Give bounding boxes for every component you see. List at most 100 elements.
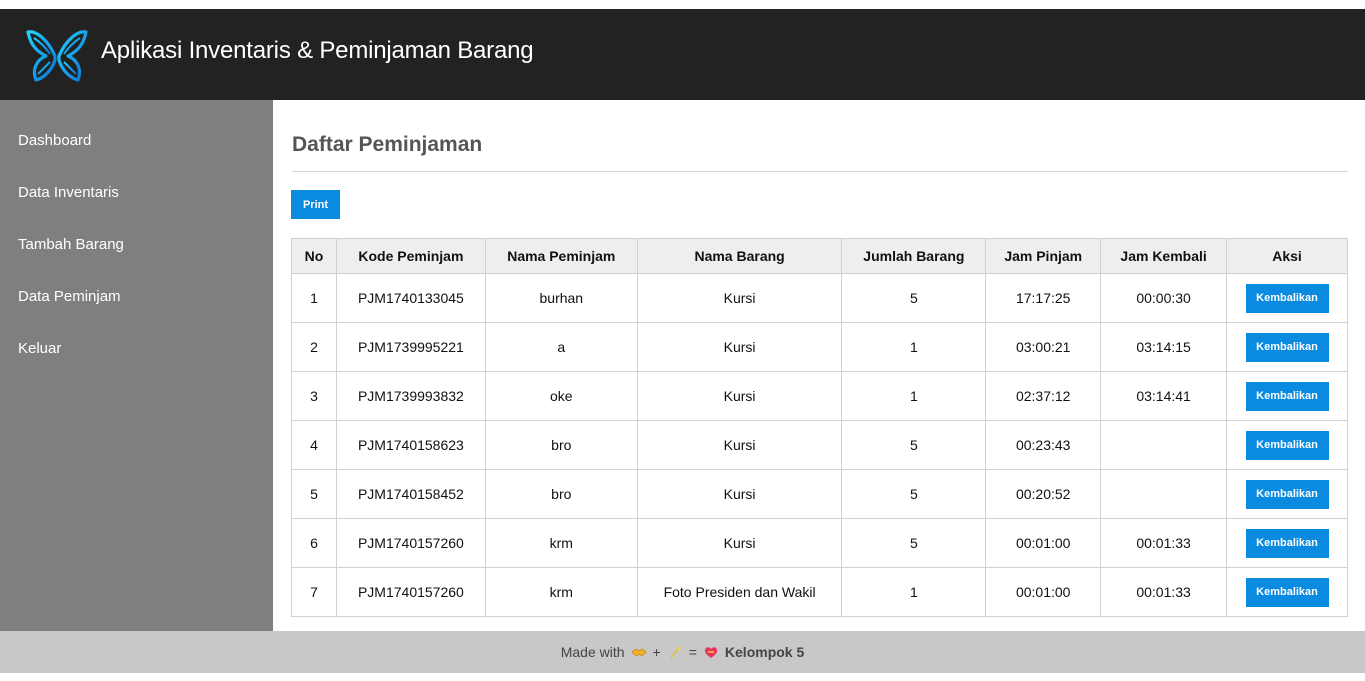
cell-jam-pinjam: 17:17:25	[985, 273, 1102, 323]
sidebar-item-data-inventaris[interactable]: Data Inventaris	[0, 152, 273, 204]
cell-jumlah: 5	[841, 469, 987, 519]
cell-no: 3	[291, 371, 337, 421]
sidebar-item-keluar[interactable]: Keluar	[0, 308, 273, 360]
kembalikan-button[interactable]: Kembalikan	[1245, 528, 1329, 558]
page-title: Daftar Peminjaman	[292, 133, 483, 156]
app-header: Aplikasi Inventaris & Peminjaman Barang	[0, 9, 1365, 100]
cell-jam-pinjam: 00:01:00	[985, 518, 1102, 568]
cell-barang: Kursi	[636, 322, 843, 372]
cell-jam-pinjam: 03:00:21	[985, 322, 1102, 372]
header-row: No Kode Peminjam Nama Peminjam Nama Bara…	[291, 238, 1348, 274]
sidebar-item-dashboard[interactable]: Dashboard	[0, 100, 273, 152]
cell-nama: a	[484, 322, 638, 372]
cell-barang: Kursi	[636, 518, 843, 568]
footer-made-with: Made with	[560, 644, 625, 660]
top-strip	[0, 0, 1365, 9]
cell-jumlah: 5	[841, 273, 987, 323]
print-button[interactable]: Print	[291, 190, 340, 219]
sidebar-item-tambah-barang[interactable]: Tambah Barang	[0, 204, 273, 256]
kembalikan-button[interactable]: Kembalikan	[1245, 283, 1329, 313]
col-header-aksi: Aksi	[1226, 238, 1348, 274]
cell-aksi: Kembalikan	[1226, 273, 1348, 323]
table-row: 3 PJM1739993832 oke Kursi 1 02:37:12 03:…	[291, 371, 1348, 421]
app-title: Aplikasi Inventaris & Peminjaman Barang	[101, 37, 534, 64]
cell-kode: PJM1740157260	[335, 518, 486, 568]
cell-jam-kembali: 00:00:30	[1100, 273, 1228, 323]
col-header-barang: Nama Barang	[636, 238, 843, 274]
kembalikan-button[interactable]: Kembalikan	[1245, 381, 1329, 411]
cell-jam-kembali	[1100, 469, 1228, 519]
col-header-no: No	[291, 238, 337, 274]
cell-nama: krm	[484, 518, 638, 568]
col-header-jumlah: Jumlah Barang	[841, 238, 987, 274]
col-header-jam-kembali: Jam Kembali	[1100, 238, 1228, 274]
cell-jumlah: 1	[841, 322, 987, 372]
table-row: 5 PJM1740158452 bro Kursi 5 00:20:52 Kem…	[291, 469, 1348, 519]
cell-aksi: Kembalikan	[1226, 322, 1348, 372]
cell-jam-kembali: 00:01:33	[1100, 518, 1228, 568]
loans-table: No Kode Peminjam Nama Peminjam Nama Bara…	[291, 238, 1348, 617]
cell-kode: PJM1740158452	[335, 469, 486, 519]
cell-no: 2	[291, 322, 337, 372]
sparkle-icon	[669, 645, 682, 659]
cell-kode: PJM1740158623	[335, 420, 486, 470]
kembalikan-button[interactable]: Kembalikan	[1245, 577, 1329, 607]
cell-barang: Kursi	[636, 420, 843, 470]
cell-barang: Kursi	[636, 273, 843, 323]
table-row: 2 PJM1739995221 a Kursi 1 03:00:21 03:14…	[291, 322, 1348, 372]
col-header-nama: Nama Peminjam	[484, 238, 638, 274]
cell-jumlah: 1	[841, 371, 987, 421]
table-row: 7 PJM1740157260 krm Foto Presiden dan Wa…	[291, 567, 1348, 617]
footer-plus: +	[652, 644, 661, 660]
table-row: 1 PJM1740133045 burhan Kursi 5 17:17:25 …	[291, 273, 1348, 323]
cell-barang: Foto Presiden dan Wakil	[636, 567, 843, 617]
cell-jumlah: 5	[841, 518, 987, 568]
cell-kode: PJM1739993832	[335, 371, 486, 421]
cell-nama: bro	[484, 420, 638, 470]
cell-aksi: Kembalikan	[1226, 420, 1348, 470]
cell-jumlah: 5	[841, 420, 987, 470]
footer-team: Kelompok 5	[724, 644, 805, 660]
heart-icon	[704, 647, 718, 658]
cell-nama: krm	[484, 567, 638, 617]
main-content: Daftar Peminjaman Print No Kode Peminjam…	[273, 100, 1365, 631]
handshake-icon	[630, 648, 647, 657]
cell-no: 1	[291, 273, 337, 323]
cell-no: 6	[291, 518, 337, 568]
cell-no: 5	[291, 469, 337, 519]
cell-jam-kembali: 00:01:33	[1100, 567, 1228, 617]
cell-aksi: Kembalikan	[1226, 518, 1348, 568]
cell-nama: burhan	[484, 273, 638, 323]
cell-barang: Kursi	[636, 371, 843, 421]
table-row: 4 PJM1740158623 bro Kursi 5 00:23:43 Kem…	[291, 420, 1348, 470]
kembalikan-button[interactable]: Kembalikan	[1245, 479, 1329, 509]
cell-nama: bro	[484, 469, 638, 519]
cell-jam-kembali: 03:14:15	[1100, 322, 1228, 372]
footer: Made with + = Kelompok 5	[0, 631, 1365, 673]
page: Aplikasi Inventaris & Peminjaman Barang …	[0, 0, 1365, 681]
table-row: 6 PJM1740157260 krm Kursi 5 00:01:00 00:…	[291, 518, 1348, 568]
butterfly-logo-icon	[26, 30, 88, 82]
table-header: No Kode Peminjam Nama Peminjam Nama Bara…	[291, 238, 1348, 274]
cell-kode: PJM1740157260	[335, 567, 486, 617]
cell-jam-kembali: 03:14:41	[1100, 371, 1228, 421]
cell-aksi: Kembalikan	[1226, 371, 1348, 421]
cell-no: 7	[291, 567, 337, 617]
kembalikan-button[interactable]: Kembalikan	[1245, 332, 1329, 362]
cell-jam-pinjam: 00:20:52	[985, 469, 1102, 519]
cell-kode: PJM1740133045	[335, 273, 486, 323]
col-header-jam-pinjam: Jam Pinjam	[985, 238, 1102, 274]
sidebar-nav: Dashboard Data Inventaris Tambah Barang …	[0, 100, 273, 360]
cell-jam-pinjam: 02:37:12	[985, 371, 1102, 421]
col-header-kode: Kode Peminjam	[335, 238, 486, 274]
footer-equals: =	[688, 644, 697, 660]
sidebar-item-data-peminjam[interactable]: Data Peminjam	[0, 256, 273, 308]
kembalikan-button[interactable]: Kembalikan	[1245, 430, 1329, 460]
cell-jumlah: 1	[841, 567, 987, 617]
cell-nama: oke	[484, 371, 638, 421]
cell-barang: Kursi	[636, 469, 843, 519]
cell-jam-pinjam: 00:23:43	[985, 420, 1102, 470]
cell-aksi: Kembalikan	[1226, 469, 1348, 519]
cell-aksi: Kembalikan	[1226, 567, 1348, 617]
cell-kode: PJM1739995221	[335, 322, 486, 372]
